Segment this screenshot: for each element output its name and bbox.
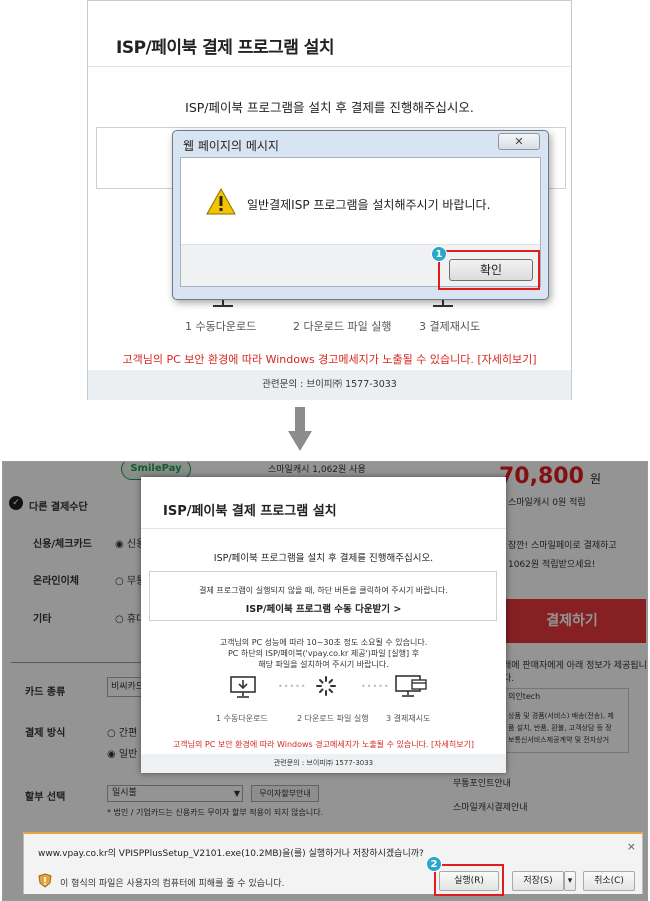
info-line: 고객님의 PC 성능에 따라 10~30초 정도 소요될 수 있습니다.	[219, 638, 428, 647]
dots-separator: •••••	[278, 682, 307, 691]
security-warning[interactable]: 고객님의 PC 보안 환경에 따라 Windows 경고메세지가 노출될 수 있…	[141, 739, 506, 750]
isp-install-modal: ISP/페이북 결제 프로그램 설치 ISP/페이북 프로그램을 설치 후 결제…	[141, 477, 506, 773]
step-badge: 2	[426, 856, 442, 872]
security-warning[interactable]: 고객님의 PC 보안 환경에 따라 Windows 경고메세지가 노출될 수 있…	[88, 351, 571, 367]
ok-button[interactable]: 확인	[449, 259, 533, 281]
modal-message: ISP/페이북 프로그램을 설치 후 결제를 진행해주십시오.	[213, 553, 434, 564]
warning-icon	[206, 188, 236, 215]
download-notification-bar: www.vpay.co.kr의 VPISPPlusSetup_V2101.exe…	[23, 832, 643, 896]
monitor-download-icon	[230, 676, 256, 698]
alert-dialog: 웹 페이지의 메시지 ✕ 일반결제ISP 프로그램을 설치해주시기 바랍니다. …	[172, 130, 549, 300]
step-label: 1 수동다운로드	[185, 320, 257, 333]
manual-download-note: 결제 프로그램이 실행되지 않을 때, 하단 버튼을 클릭하여 주시기 바랍니다…	[199, 586, 448, 595]
checkout-page-screenshot: SmilePay 스마일캐시 1,062원 사용 70,800 원 스마일캐시 …	[2, 461, 648, 901]
step-label: 3 결제재시도	[386, 714, 431, 723]
cancel-button[interactable]: 취소(C)	[583, 871, 635, 891]
arrow-down-icon	[288, 407, 312, 451]
panel-title: ISP/페이북 결제 프로그램 설치	[116, 38, 335, 58]
panel-message: ISP/페이북 프로그램을 설치 후 결제를 진행해주십시오.	[185, 100, 474, 115]
close-button[interactable]: ✕	[498, 133, 540, 150]
modal-title: ISP/페이북 결제 프로그램 설치	[163, 504, 337, 519]
run-button[interactable]: 실행(R)	[439, 871, 499, 891]
save-dropdown-button[interactable]: ▾	[564, 871, 576, 891]
dots-separator: •••••	[361, 682, 390, 691]
step-label: 1 수동다운로드	[216, 714, 268, 723]
close-icon[interactable]: ×	[627, 840, 636, 853]
monitor-card-icon	[395, 675, 427, 697]
download-question: www.vpay.co.kr의 VPISPPlusSetup_V2101.exe…	[38, 849, 424, 859]
modal-footer: 관련문의 : 브이피㈜ 1577-3033	[141, 754, 506, 773]
download-warning: 이 형식의 파일은 사용자의 컴퓨터에 피해를 줄 수 있습니다.	[60, 879, 285, 889]
install-info: 고객님의 PC 성능에 따라 10~30초 정도 소요될 수 있습니다. PC …	[141, 637, 506, 670]
shield-warning-icon	[38, 873, 52, 888]
info-line: 해당 파일을 설치하여 주시기 바랍니다.	[258, 660, 389, 669]
step-label: 2 다운로드 파일 실행	[293, 320, 392, 333]
divider	[141, 528, 506, 529]
divider	[88, 66, 571, 67]
loading-spinner-icon	[316, 676, 336, 696]
panel-footer: 관련문의 : 브이피㈜ 1577-3033	[88, 370, 571, 400]
save-button[interactable]: 저장(S)	[512, 871, 564, 891]
dialog-message: 일반결제ISP 프로그램을 설치해주시기 바랍니다.	[247, 198, 491, 212]
info-line: PC 하단의 ISP/페이북('vpay.co.kr 제공')파일 [실행] 후	[227, 649, 420, 658]
manual-download-link[interactable]: ISP/페이북 프로그램 수동 다운받기 >	[141, 601, 506, 615]
step-label: 2 다운로드 파일 실행	[297, 714, 369, 723]
step-badge: 1	[431, 246, 447, 262]
dialog-title: 웹 페이지의 메시지	[183, 139, 279, 153]
step-label: 3 결제재시도	[419, 320, 481, 333]
